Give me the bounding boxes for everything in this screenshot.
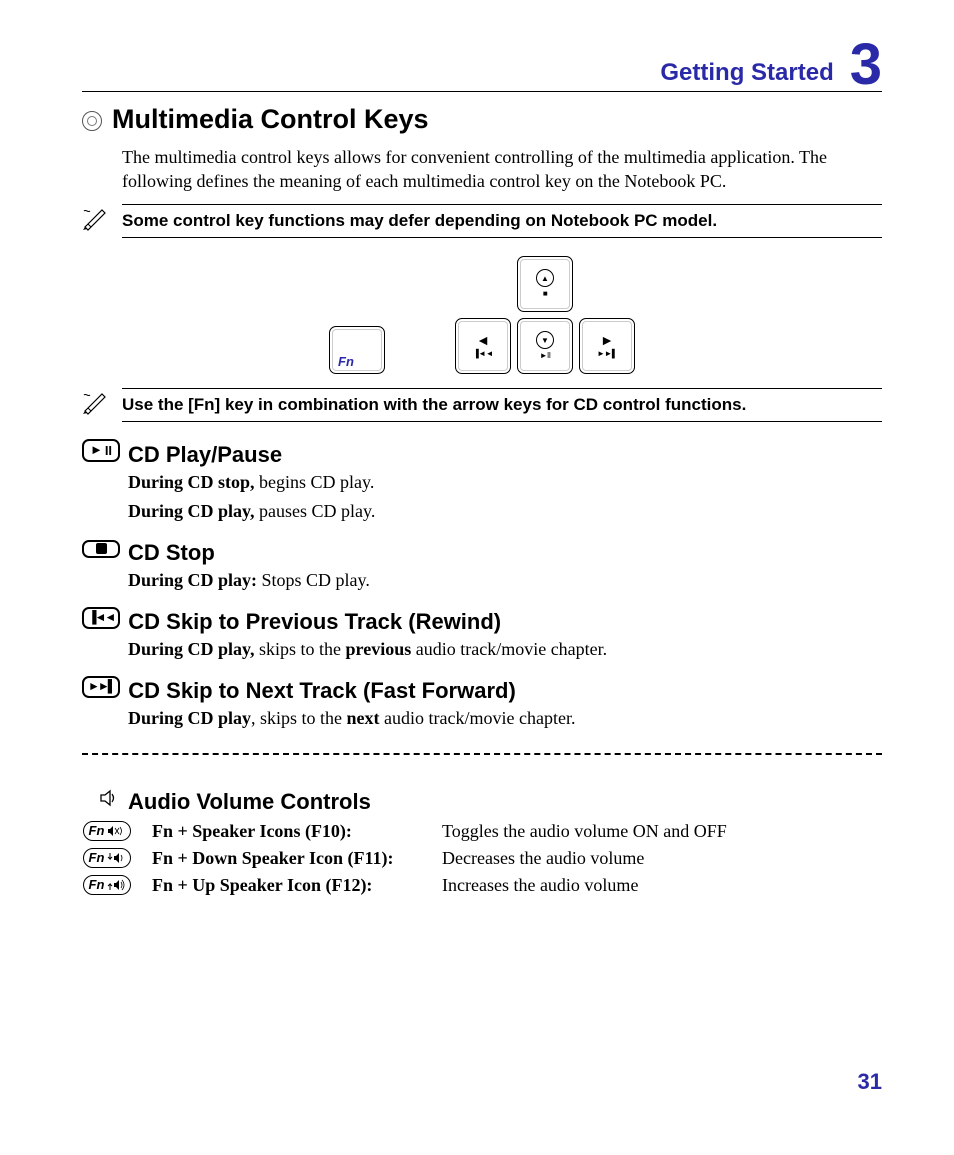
item-title: CD Play/Pause [128, 442, 282, 468]
note-2-text: Use the [Fn] key in combination with the… [122, 388, 882, 422]
rewind-icon: ▐◄◄ [82, 607, 120, 629]
item-title: CD Skip to Next Track (Fast Forward) [128, 678, 516, 704]
note-2: Use the [Fn] key in combination with the… [82, 388, 882, 422]
item-desc: During CD stop, begins CD play. [128, 472, 882, 493]
item-desc: During CD play: Stops CD play. [128, 570, 882, 591]
volume-label: Fn + Down Speaker Icon (F11): [152, 848, 422, 869]
play-pause-icon: ►II [82, 439, 120, 462]
up-arrow-key: ▲■ [517, 256, 573, 312]
item-stop: CD Stop [82, 530, 882, 568]
fn-speaker-mute-icon: Fn [83, 821, 132, 841]
item-play-pause: ►II CD Play/Pause [82, 432, 882, 470]
fn-speaker-up-icon: Fn [83, 875, 132, 895]
note-icon [82, 389, 108, 420]
section-title-row: Multimedia Control Keys [82, 100, 882, 141]
page-header: Getting Started 3 [82, 32, 882, 92]
volume-desc: Toggles the audio volume ON and OFF [442, 821, 882, 842]
note-1-text: Some control key functions may defer dep… [122, 204, 882, 238]
speaker-icon [96, 788, 120, 808]
down-arrow-key: ▼►II [517, 318, 573, 374]
item-desc: During CD play, skips to the next audio … [128, 708, 882, 729]
right-arrow-key: ►►►▌ [579, 318, 635, 374]
note-1: Some control key functions may defer dep… [82, 204, 882, 238]
volume-desc: Decreases the audio volume [442, 848, 882, 869]
fast-forward-icon: ►►▌ [82, 676, 120, 698]
volume-row: Fn Fn + Speaker Icons (F10): Toggles the… [82, 821, 882, 842]
keyboard-figure: Fn ▲■ ◄▐◄◄ ▼►II ►►►▌ [82, 256, 882, 374]
item-desc: During CD play, pauses CD play. [128, 501, 882, 522]
item-rewind: ▐◄◄ CD Skip to Previous Track (Rewind) [82, 599, 882, 637]
left-arrow-key: ◄▐◄◄ [455, 318, 511, 374]
disc-icon [82, 111, 102, 131]
stop-icon [82, 540, 120, 558]
volume-row: Fn Fn + Down Speaker Icon (F11): Decreas… [82, 848, 882, 869]
section-title: Multimedia Control Keys [112, 104, 429, 135]
item-title: CD Stop [128, 540, 215, 566]
item-desc: During CD play, skips to the previous au… [128, 639, 882, 660]
item-title: CD Skip to Previous Track (Rewind) [128, 609, 501, 635]
volume-label: Fn + Speaker Icons (F10): [152, 821, 422, 842]
fn-key: Fn [329, 326, 385, 374]
volume-row: Fn Fn + Up Speaker Icon (F12): Increases… [82, 875, 882, 896]
header-chapter-number: 3 [850, 36, 882, 94]
volume-label: Fn + Up Speaker Icon (F12): [152, 875, 422, 896]
audio-title: Audio Volume Controls [128, 789, 371, 815]
page-number: 31 [858, 1069, 882, 1095]
divider [82, 753, 882, 755]
item-fast-forward: ►►▌ CD Skip to Next Track (Fast Forward) [82, 668, 882, 706]
intro-paragraph: The multimedia control keys allows for c… [122, 145, 882, 194]
volume-desc: Increases the audio volume [442, 875, 882, 896]
audio-section: Audio Volume Controls [96, 779, 882, 817]
fn-speaker-down-icon: Fn [83, 848, 132, 868]
note-icon [82, 205, 108, 236]
header-section: Getting Started [660, 59, 833, 91]
